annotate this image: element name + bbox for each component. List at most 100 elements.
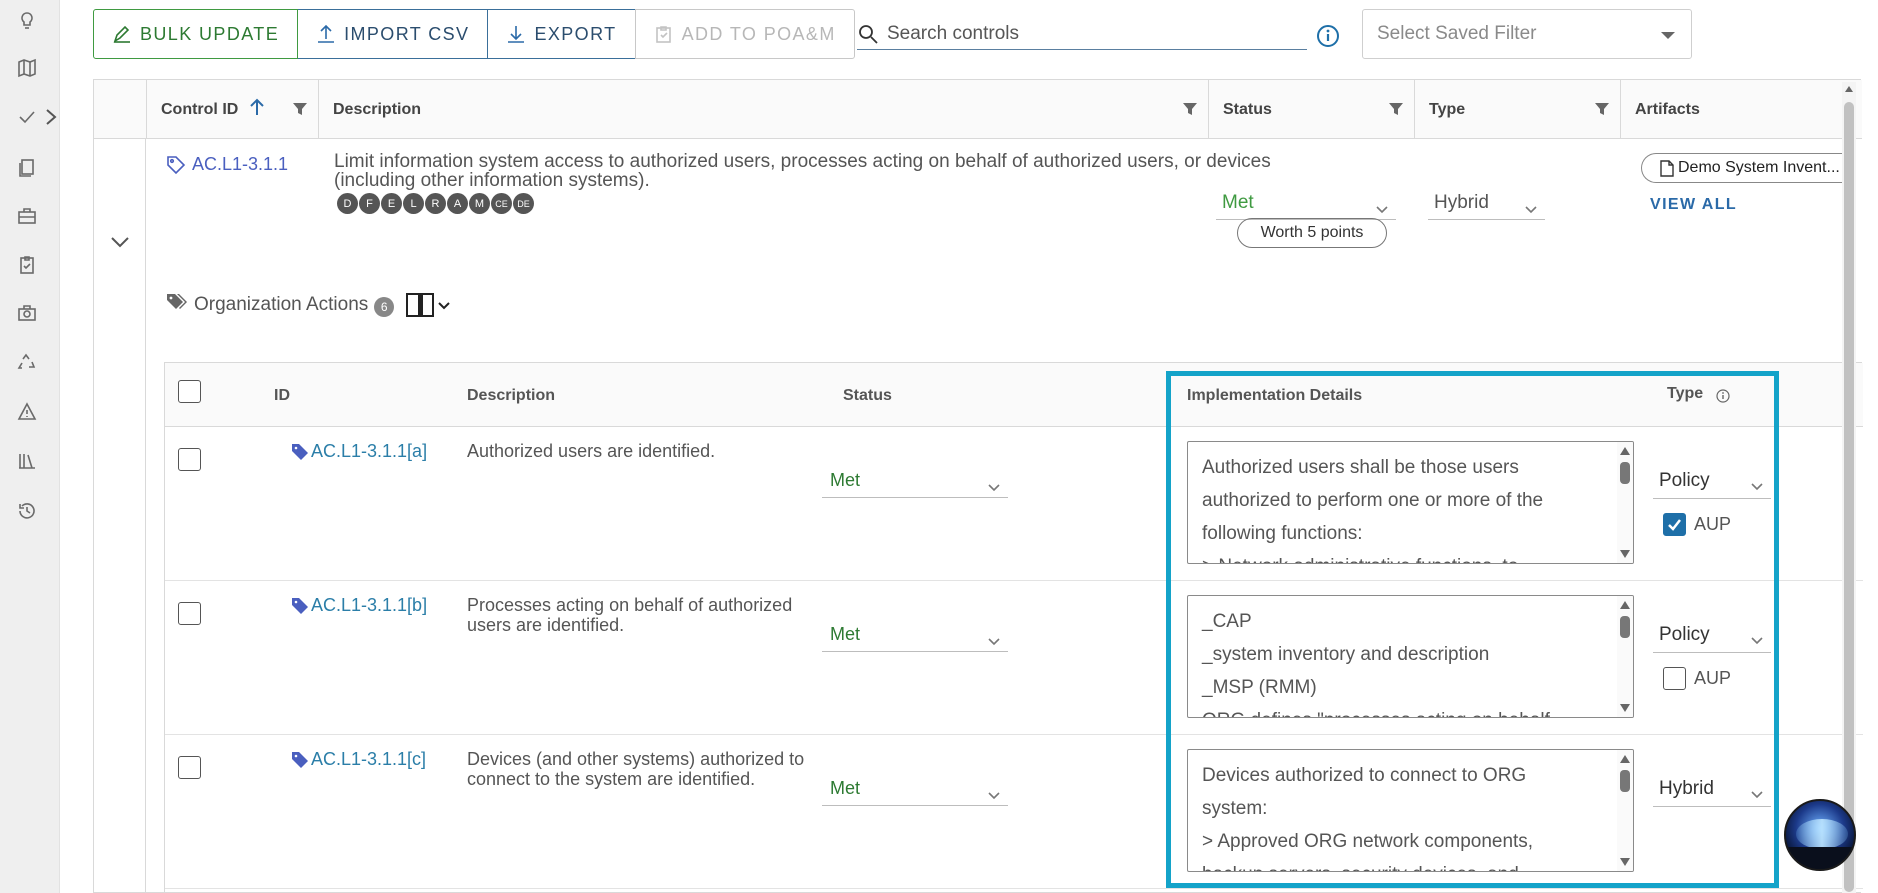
add-to-poam-label: ADD TO POA&M — [681, 23, 836, 44]
add-to-poam-button[interactable]: ADD TO POA&M — [634, 9, 855, 59]
map-icon[interactable] — [16, 57, 38, 79]
points-badge: Worth 5 points — [1237, 218, 1387, 248]
control-id-header-label: Control ID — [161, 100, 239, 118]
action-id-link[interactable]: AC.L1-3.1.1[c] — [291, 749, 426, 770]
chevron-down-icon — [988, 784, 1000, 800]
action-description: Processes acting on behalf of authorized… — [467, 595, 793, 635]
chevron-down-icon — [988, 476, 1000, 492]
artifact-chip[interactable]: Demo System Invent... — [1641, 153, 1851, 183]
export-label: EXPORT — [534, 23, 617, 44]
clipboard-check-icon[interactable] — [16, 254, 38, 276]
toolbar: BULK UPDATE IMPORT CSV EXPORT ADD TO POA… — [93, 9, 855, 59]
filter-icon[interactable] — [292, 101, 308, 117]
column-toggle-icon[interactable] — [406, 293, 435, 317]
action-id-text: AC.L1-3.1.1[b] — [311, 595, 428, 615]
org-description-header: Description — [467, 387, 556, 404]
upload-icon — [318, 24, 335, 43]
history-icon[interactable] — [16, 500, 38, 522]
briefcase-icon[interactable] — [16, 205, 38, 227]
tags-icon — [166, 292, 194, 318]
select-all-checkbox[interactable] — [178, 380, 201, 403]
org-id-header: ID — [274, 387, 290, 404]
lightbulb-icon[interactable] — [16, 10, 38, 32]
tag-icon — [167, 155, 186, 174]
organization-actions-label: Organization Actions — [194, 294, 369, 315]
control-type-select[interactable]: Hybrid — [1428, 186, 1545, 220]
action-description: Authorized users are identified. — [467, 441, 716, 461]
badge: DE — [513, 193, 534, 214]
chevron-down-icon — [988, 630, 1000, 646]
control-id-text: AC.L1-3.1.1 — [192, 154, 289, 174]
artifacts-header-label: Artifacts — [1635, 100, 1700, 118]
grid-scrollbar[interactable] — [1842, 82, 1856, 893]
control-id-link[interactable]: AC.L1-3.1.1 — [166, 154, 288, 175]
column-header-status[interactable]: Status — [1208, 80, 1414, 139]
action-status-select[interactable]: Met — [822, 772, 1008, 806]
tag-icon — [292, 751, 308, 768]
camera-briefcase-icon[interactable] — [16, 302, 38, 324]
sort-ascending-icon[interactable] — [248, 97, 266, 122]
action-status-value: Met — [830, 624, 861, 644]
status-header-label: Status — [1223, 100, 1272, 118]
filter-icon[interactable] — [1388, 101, 1404, 117]
action-id-link[interactable]: AC.L1-3.1.1[a] — [291, 441, 427, 462]
import-csv-button[interactable]: IMPORT CSV — [297, 9, 489, 59]
action-status-select[interactable]: Met — [822, 464, 1008, 498]
implementation-details-highlight — [1166, 371, 1779, 888]
column-header-control-id[interactable]: Control ID — [146, 80, 318, 139]
scrollbar-thumb[interactable] — [1844, 102, 1854, 892]
chevron-down-icon[interactable] — [434, 294, 450, 316]
chevron-down-icon — [1525, 198, 1537, 214]
documents-icon[interactable] — [16, 157, 38, 179]
control-description: Limit information system access to autho… — [334, 151, 1271, 191]
warning-icon[interactable] — [16, 401, 38, 423]
download-icon — [508, 26, 525, 43]
artifact-name: Demo System Invent... — [1678, 159, 1840, 176]
import-csv-label: IMPORT CSV — [344, 23, 470, 44]
filter-icon[interactable] — [1594, 101, 1610, 117]
filter-icon[interactable] — [1182, 101, 1198, 117]
bulk-update-button[interactable]: BULK UPDATE — [93, 9, 299, 59]
badge: A — [447, 193, 468, 214]
document-icon — [1660, 159, 1674, 177]
badge: D — [337, 193, 358, 214]
type-header-label: Type — [1429, 100, 1466, 118]
saved-filter-select[interactable]: Select Saved Filter — [1362, 9, 1692, 59]
badge: E — [381, 193, 402, 214]
chevron-down-icon[interactable] — [109, 234, 131, 250]
expand-column — [94, 139, 146, 893]
column-header-type[interactable]: Type — [1414, 80, 1620, 139]
control-badges: D F E L R A M CE DE — [337, 193, 535, 214]
avatar-glow — [1796, 819, 1848, 849]
export-button[interactable]: EXPORT — [487, 9, 636, 59]
description-header-label: Description — [333, 100, 422, 118]
row-checkbox[interactable] — [178, 602, 201, 625]
library-icon[interactable] — [16, 450, 38, 472]
recycle-icon[interactable] — [16, 352, 38, 374]
column-header-artifacts[interactable]: Artifacts — [1620, 80, 1842, 139]
info-icon[interactable] — [1316, 24, 1340, 48]
action-status-value: Met — [830, 778, 861, 798]
badge: F — [359, 193, 380, 214]
saved-filter-placeholder: Select Saved Filter — [1377, 23, 1537, 44]
scroll-up-icon[interactable] — [1845, 86, 1853, 92]
assistant-avatar[interactable] — [1784, 799, 1856, 871]
row-checkbox[interactable] — [178, 448, 201, 471]
checkmark-icon[interactable] — [16, 106, 38, 128]
bulk-update-label: BULK UPDATE — [140, 23, 280, 44]
control-status-select[interactable]: Met — [1216, 186, 1396, 220]
action-status-value: Met — [830, 470, 861, 490]
chevron-down-icon — [1376, 198, 1388, 214]
grid-header: Control ID Description Status Type Artif… — [94, 80, 1862, 139]
view-all-link[interactable]: VIEW ALL — [1650, 196, 1737, 214]
row-checkbox[interactable] — [178, 756, 201, 779]
badge: M — [469, 193, 490, 214]
org-status-header: Status — [843, 387, 892, 404]
search-input[interactable] — [887, 22, 1287, 45]
badge: CE — [491, 193, 512, 214]
action-status-select[interactable]: Met — [822, 618, 1008, 652]
chevron-right-icon[interactable] — [44, 108, 58, 126]
organization-actions-count: 6 — [374, 297, 395, 317]
action-id-link[interactable]: AC.L1-3.1.1[b] — [291, 595, 427, 616]
column-header-description[interactable]: Description — [318, 80, 1208, 139]
